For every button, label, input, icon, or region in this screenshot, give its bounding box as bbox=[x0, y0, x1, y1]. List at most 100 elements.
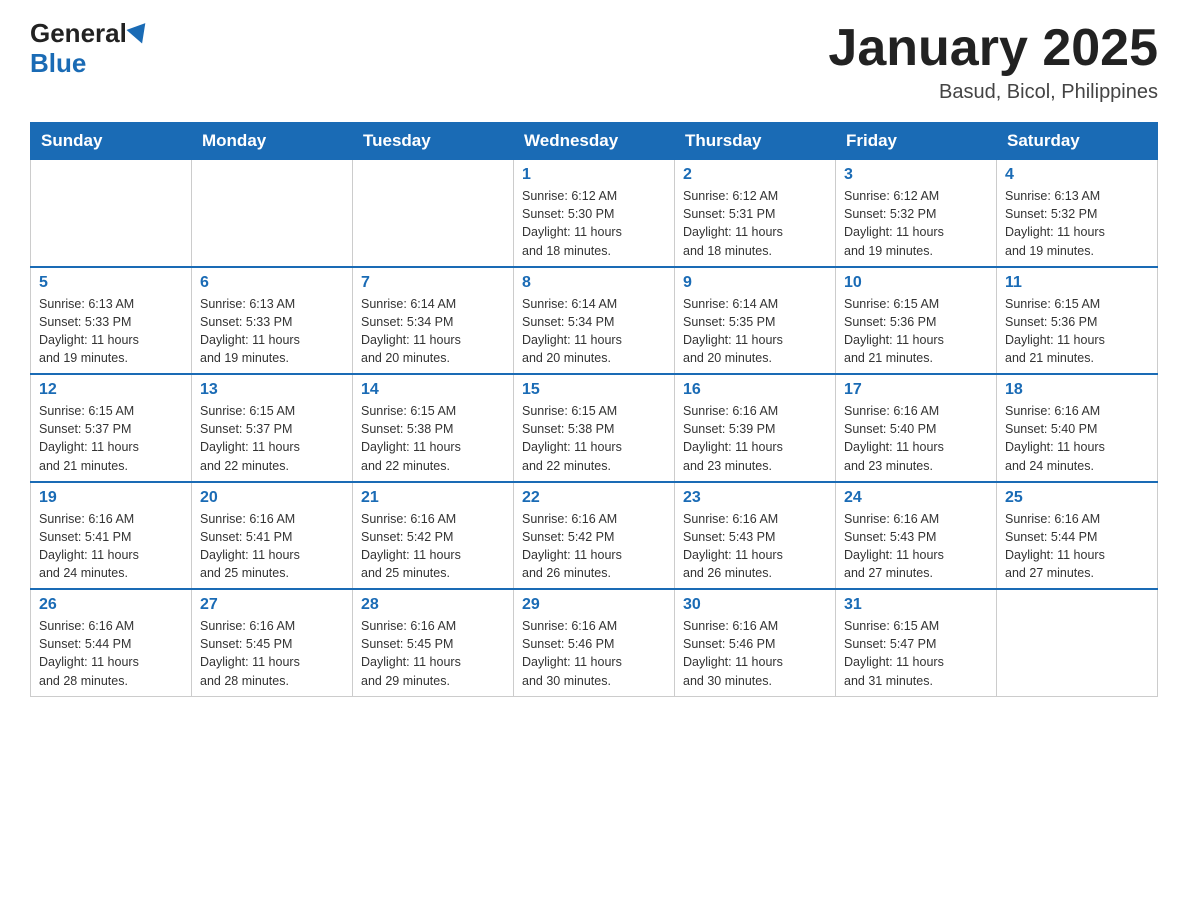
day-info: Sunrise: 6:15 AMSunset: 5:38 PMDaylight:… bbox=[522, 402, 666, 475]
day-info: Sunrise: 6:15 AMSunset: 5:36 PMDaylight:… bbox=[1005, 295, 1149, 368]
calendar-cell: 31 Sunrise: 6:15 AMSunset: 5:47 PMDayligh… bbox=[836, 589, 997, 696]
day-number: 28 bbox=[361, 596, 505, 614]
day-info: Sunrise: 6:15 AMSunset: 5:47 PMDaylight:… bbox=[844, 617, 988, 690]
calendar-cell: 7 Sunrise: 6:14 AMSunset: 5:34 PMDaylight… bbox=[353, 267, 514, 375]
day-number: 12 bbox=[39, 381, 183, 399]
day-number: 31 bbox=[844, 596, 988, 614]
day-number: 5 bbox=[39, 274, 183, 292]
calendar-cell: 13 Sunrise: 6:15 AMSunset: 5:37 PMDayligh… bbox=[192, 374, 353, 482]
calendar-cell: 14 Sunrise: 6:15 AMSunset: 5:38 PMDayligh… bbox=[353, 374, 514, 482]
day-number: 11 bbox=[1005, 274, 1149, 292]
day-number: 19 bbox=[39, 489, 183, 507]
day-number: 16 bbox=[683, 381, 827, 399]
day-number: 30 bbox=[683, 596, 827, 614]
day-info: Sunrise: 6:13 AMSunset: 5:33 PMDaylight:… bbox=[200, 295, 344, 368]
calendar-week-3: 12 Sunrise: 6:15 AMSunset: 5:37 PMDayligh… bbox=[31, 374, 1158, 482]
day-info: Sunrise: 6:12 AMSunset: 5:30 PMDaylight:… bbox=[522, 187, 666, 260]
calendar-cell bbox=[997, 589, 1158, 696]
calendar-cell: 22Sunrise: 6:16 AMSunset: 5:42 PMDayligh… bbox=[514, 482, 675, 590]
day-number: 14 bbox=[361, 381, 505, 399]
page-subtitle: Basud, Bicol, Philippines bbox=[828, 81, 1158, 104]
calendar-header-thursday: Thursday bbox=[675, 123, 836, 160]
day-number: 29 bbox=[522, 596, 666, 614]
day-number: 24 bbox=[844, 489, 988, 507]
calendar-cell: 6 Sunrise: 6:13 AMSunset: 5:33 PMDaylight… bbox=[192, 267, 353, 375]
calendar-week-1: 1 Sunrise: 6:12 AMSunset: 5:30 PMDaylight… bbox=[31, 160, 1158, 267]
calendar-cell: 5Sunrise: 6:13 AMSunset: 5:33 PMDaylight… bbox=[31, 267, 192, 375]
day-info: Sunrise: 6:15 AMSunset: 5:37 PMDaylight:… bbox=[200, 402, 344, 475]
calendar-cell: 25 Sunrise: 6:16 AMSunset: 5:44 PMDayligh… bbox=[997, 482, 1158, 590]
day-info: Sunrise: 6:16 AMSunset: 5:43 PMDaylight:… bbox=[683, 510, 827, 583]
calendar-cell: 20 Sunrise: 6:16 AMSunset: 5:41 PMDayligh… bbox=[192, 482, 353, 590]
title-area: January 2025 Basud, Bicol, Philippines bbox=[828, 20, 1158, 104]
calendar-cell: 30Sunrise: 6:16 AMSunset: 5:46 PMDayligh… bbox=[675, 589, 836, 696]
logo-area: General Blue bbox=[30, 20, 149, 79]
day-number: 20 bbox=[200, 489, 344, 507]
calendar-cell: 24Sunrise: 6:16 AMSunset: 5:43 PMDayligh… bbox=[836, 482, 997, 590]
day-info: Sunrise: 6:16 AMSunset: 5:39 PMDaylight:… bbox=[683, 402, 827, 475]
calendar-cell: 4Sunrise: 6:13 AMSunset: 5:32 PMDaylight… bbox=[997, 160, 1158, 267]
calendar-week-4: 19 Sunrise: 6:16 AMSunset: 5:41 PMDayligh… bbox=[31, 482, 1158, 590]
calendar-week-2: 5 Sunrise: 6:13 AMSunset: 5:33 PMDaylight… bbox=[31, 267, 1158, 375]
calendar-week-5: 26Sunrise: 6:16 AMSunset: 5:44 PMDayligh… bbox=[31, 589, 1158, 696]
calendar-header-tuesday: Tuesday bbox=[353, 123, 514, 160]
calendar-table: SundayMondayTuesdayWednesdayThursdayFrid… bbox=[30, 122, 1158, 697]
day-number: 1 bbox=[522, 166, 666, 184]
calendar-cell: 26Sunrise: 6:16 AMSunset: 5:44 PMDayligh… bbox=[31, 589, 192, 696]
day-number: 25 bbox=[1005, 489, 1149, 507]
day-number: 18 bbox=[1005, 381, 1149, 399]
calendar-cell: 16 Sunrise: 6:16 AMSunset: 5:39 PMDayligh… bbox=[675, 374, 836, 482]
calendar-cell: 15 Sunrise: 6:15 AMSunset: 5:38 PMDayligh… bbox=[514, 374, 675, 482]
logo-blue-text: Blue bbox=[30, 48, 86, 78]
calendar-cell: 23 Sunrise: 6:16 AMSunset: 5:43 PMDayligh… bbox=[675, 482, 836, 590]
calendar-cell bbox=[353, 160, 514, 267]
calendar-cell: 12Sunrise: 6:15 AMSunset: 5:37 PMDayligh… bbox=[31, 374, 192, 482]
day-info: Sunrise: 6:16 AMSunset: 5:41 PMDaylight:… bbox=[200, 510, 344, 583]
day-number: 13 bbox=[200, 381, 344, 399]
calendar-cell: 17 Sunrise: 6:16 AMSunset: 5:40 PMDayligh… bbox=[836, 374, 997, 482]
day-number: 17 bbox=[844, 381, 988, 399]
day-number: 23 bbox=[683, 489, 827, 507]
calendar-cell: 27 Sunrise: 6:16 AMSunset: 5:45 PMDayligh… bbox=[192, 589, 353, 696]
day-info: Sunrise: 6:16 AMSunset: 5:40 PMDaylight:… bbox=[1005, 402, 1149, 475]
calendar-cell: 11 Sunrise: 6:15 AMSunset: 5:36 PMDayligh… bbox=[997, 267, 1158, 375]
calendar-cell: 10Sunrise: 6:15 AMSunset: 5:36 PMDayligh… bbox=[836, 267, 997, 375]
calendar-header-saturday: Saturday bbox=[997, 123, 1158, 160]
day-info: Sunrise: 6:16 AMSunset: 5:45 PMDaylight:… bbox=[361, 617, 505, 690]
day-info: Sunrise: 6:16 AMSunset: 5:41 PMDaylight:… bbox=[39, 510, 183, 583]
day-number: 26 bbox=[39, 596, 183, 614]
day-info: Sunrise: 6:14 AMSunset: 5:34 PMDaylight:… bbox=[361, 295, 505, 368]
calendar-cell: 18 Sunrise: 6:16 AMSunset: 5:40 PMDayligh… bbox=[997, 374, 1158, 482]
logo-general-text: General bbox=[30, 20, 127, 46]
day-number: 4 bbox=[1005, 166, 1149, 184]
calendar-cell: 1 Sunrise: 6:12 AMSunset: 5:30 PMDaylight… bbox=[514, 160, 675, 267]
calendar-cell: 28 Sunrise: 6:16 AMSunset: 5:45 PMDayligh… bbox=[353, 589, 514, 696]
day-info: Sunrise: 6:12 AMSunset: 5:31 PMDaylight:… bbox=[683, 187, 827, 260]
day-info: Sunrise: 6:15 AMSunset: 5:38 PMDaylight:… bbox=[361, 402, 505, 475]
day-number: 3 bbox=[844, 166, 988, 184]
calendar-header-wednesday: Wednesday bbox=[514, 123, 675, 160]
calendar-cell bbox=[192, 160, 353, 267]
day-info: Sunrise: 6:16 AMSunset: 5:45 PMDaylight:… bbox=[200, 617, 344, 690]
day-number: 27 bbox=[200, 596, 344, 614]
calendar-header-monday: Monday bbox=[192, 123, 353, 160]
day-number: 8 bbox=[522, 274, 666, 292]
calendar-cell: 21Sunrise: 6:16 AMSunset: 5:42 PMDayligh… bbox=[353, 482, 514, 590]
day-number: 15 bbox=[522, 381, 666, 399]
calendar-header-friday: Friday bbox=[836, 123, 997, 160]
day-number: 6 bbox=[200, 274, 344, 292]
day-info: Sunrise: 6:16 AMSunset: 5:46 PMDaylight:… bbox=[522, 617, 666, 690]
day-number: 10 bbox=[844, 274, 988, 292]
day-info: Sunrise: 6:16 AMSunset: 5:40 PMDaylight:… bbox=[844, 402, 988, 475]
day-number: 7 bbox=[361, 274, 505, 292]
day-number: 21 bbox=[361, 489, 505, 507]
calendar-cell: 3 Sunrise: 6:12 AMSunset: 5:32 PMDaylight… bbox=[836, 160, 997, 267]
day-info: Sunrise: 6:16 AMSunset: 5:44 PMDaylight:… bbox=[1005, 510, 1149, 583]
day-info: Sunrise: 6:12 AMSunset: 5:32 PMDaylight:… bbox=[844, 187, 988, 260]
calendar-header-row: SundayMondayTuesdayWednesdayThursdayFrid… bbox=[31, 123, 1158, 160]
page-title: January 2025 bbox=[828, 20, 1158, 77]
calendar-cell: 9Sunrise: 6:14 AMSunset: 5:35 PMDaylight… bbox=[675, 267, 836, 375]
calendar-cell bbox=[31, 160, 192, 267]
day-info: Sunrise: 6:14 AMSunset: 5:35 PMDaylight:… bbox=[683, 295, 827, 368]
day-info: Sunrise: 6:16 AMSunset: 5:42 PMDaylight:… bbox=[522, 510, 666, 583]
